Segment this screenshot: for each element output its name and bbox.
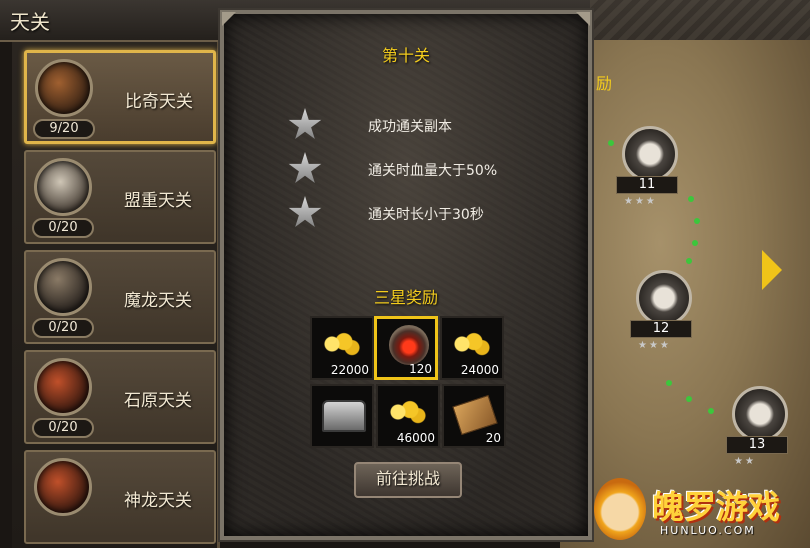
- reward-grid: 22000 120 24000 46000 20: [310, 316, 506, 450]
- chest-icon: [322, 400, 366, 432]
- condition-text: 成功通关副本: [368, 119, 452, 135]
- path-dot: [688, 196, 694, 202]
- reward-slot[interactable]: 120: [374, 316, 438, 380]
- reward-slot[interactable]: 46000: [376, 384, 440, 448]
- node-stars: ★★: [734, 456, 756, 467]
- star-icon: [288, 196, 322, 227]
- watermark-domain: HUNLUO.COM: [660, 524, 756, 537]
- node-stars: ★★★: [624, 196, 657, 207]
- stage-name: 魔龙天关: [124, 291, 192, 311]
- stage-name: 神龙天关: [124, 491, 192, 511]
- path-dot: [708, 408, 714, 414]
- gold-icon: [450, 332, 490, 356]
- reward-slot[interactable]: 20: [442, 384, 506, 448]
- panel-corner: [222, 12, 236, 26]
- path-dot: [608, 140, 614, 146]
- reward-quantity: 20: [485, 431, 501, 445]
- condition-row: 通关时长小于30秒: [288, 196, 568, 230]
- mascot-icon: [594, 478, 646, 540]
- path-dot: [686, 396, 692, 402]
- gold-icon: [386, 400, 426, 424]
- map-node-11[interactable]: 11 ★★★: [616, 126, 686, 207]
- crossed-swords-icon: [636, 270, 692, 326]
- condition-text: 通关时血量大于50%: [368, 163, 498, 179]
- node-number: 12: [630, 320, 692, 338]
- node-stars: ★★★: [638, 340, 671, 351]
- boss-portrait-icon: [34, 458, 92, 516]
- crossed-swords-icon: [732, 386, 788, 442]
- sidebar-item-molong[interactable]: 0/20 魔龙天关: [24, 250, 216, 344]
- reward-quantity: 24000: [460, 363, 499, 377]
- gem-icon: [389, 325, 429, 365]
- stage-progress: 0/20: [32, 318, 94, 338]
- star-icon: [288, 152, 322, 183]
- stage-progress: 0/20: [32, 418, 94, 438]
- condition-row: 通关时血量大于50%: [288, 152, 568, 186]
- stage-detail-panel: 第十关 成功通关副本 通关时血量大于50% 通关时长小于30秒 三星奖励 220…: [218, 8, 594, 542]
- sidebar-item-mengzhong[interactable]: 0/20 盟重天关: [24, 150, 216, 244]
- node-number: 11: [616, 176, 678, 194]
- stage-progress: 0/20: [32, 218, 94, 238]
- reward-slot[interactable]: 24000: [440, 316, 504, 380]
- condition-text: 通关时长小于30秒: [368, 207, 484, 223]
- dragon-ornament: [590, 0, 810, 42]
- boss-portrait-icon: [34, 158, 92, 216]
- watermark-logo: 魄罗游戏 HUNLUO.COM: [594, 478, 806, 544]
- boss-portrait-icon: [34, 258, 92, 316]
- node-number: 13: [726, 436, 788, 454]
- reward-quantity: 120: [409, 362, 432, 376]
- map-reward-label: 励: [596, 74, 613, 93]
- stage-name: 盟重天关: [124, 191, 192, 211]
- stage-name: 石原天关: [124, 391, 192, 411]
- path-dot: [686, 258, 692, 264]
- page-title: 天关: [10, 10, 50, 34]
- reward-title: 三星奖励: [373, 288, 438, 307]
- boss-portrait-icon: [34, 358, 92, 416]
- boss-portrait-icon: [35, 59, 93, 117]
- reward-slot[interactable]: [310, 384, 374, 448]
- path-dot: [692, 240, 698, 246]
- panel-corner: [576, 12, 590, 26]
- map-node-13[interactable]: 13 ★★: [726, 386, 796, 467]
- star-icon: [288, 108, 322, 139]
- path-dot: [666, 380, 672, 386]
- crossed-swords-icon: [622, 126, 678, 182]
- stage-title: 第十关: [381, 46, 430, 65]
- path-dot: [694, 218, 700, 224]
- go-challenge-button[interactable]: 前往挑战: [354, 462, 462, 498]
- reward-quantity: 22000: [330, 363, 369, 377]
- reward-slot[interactable]: 22000: [310, 316, 374, 380]
- scroll-icon: [452, 394, 498, 436]
- stage-name: 比奇天关: [125, 92, 193, 112]
- sidebar-item-shiyuan[interactable]: 0/20 石原天关: [24, 350, 216, 444]
- map-node-12[interactable]: 12 ★★★: [630, 270, 700, 351]
- stage-progress: 9/20: [33, 119, 95, 139]
- condition-row: 成功通关副本: [288, 108, 568, 142]
- sidebar: 9/20 比奇天关 0/20 盟重天关 0/20 魔龙天关 0/20 石原天关 …: [12, 42, 220, 548]
- sidebar-item-biqi[interactable]: 9/20 比奇天关: [24, 50, 216, 144]
- watermark-brand: 魄罗游戏: [652, 488, 781, 526]
- reward-quantity: 46000: [396, 431, 435, 445]
- sidebar-item-shenlong[interactable]: 神龙天关: [24, 450, 216, 544]
- gold-icon: [320, 332, 360, 356]
